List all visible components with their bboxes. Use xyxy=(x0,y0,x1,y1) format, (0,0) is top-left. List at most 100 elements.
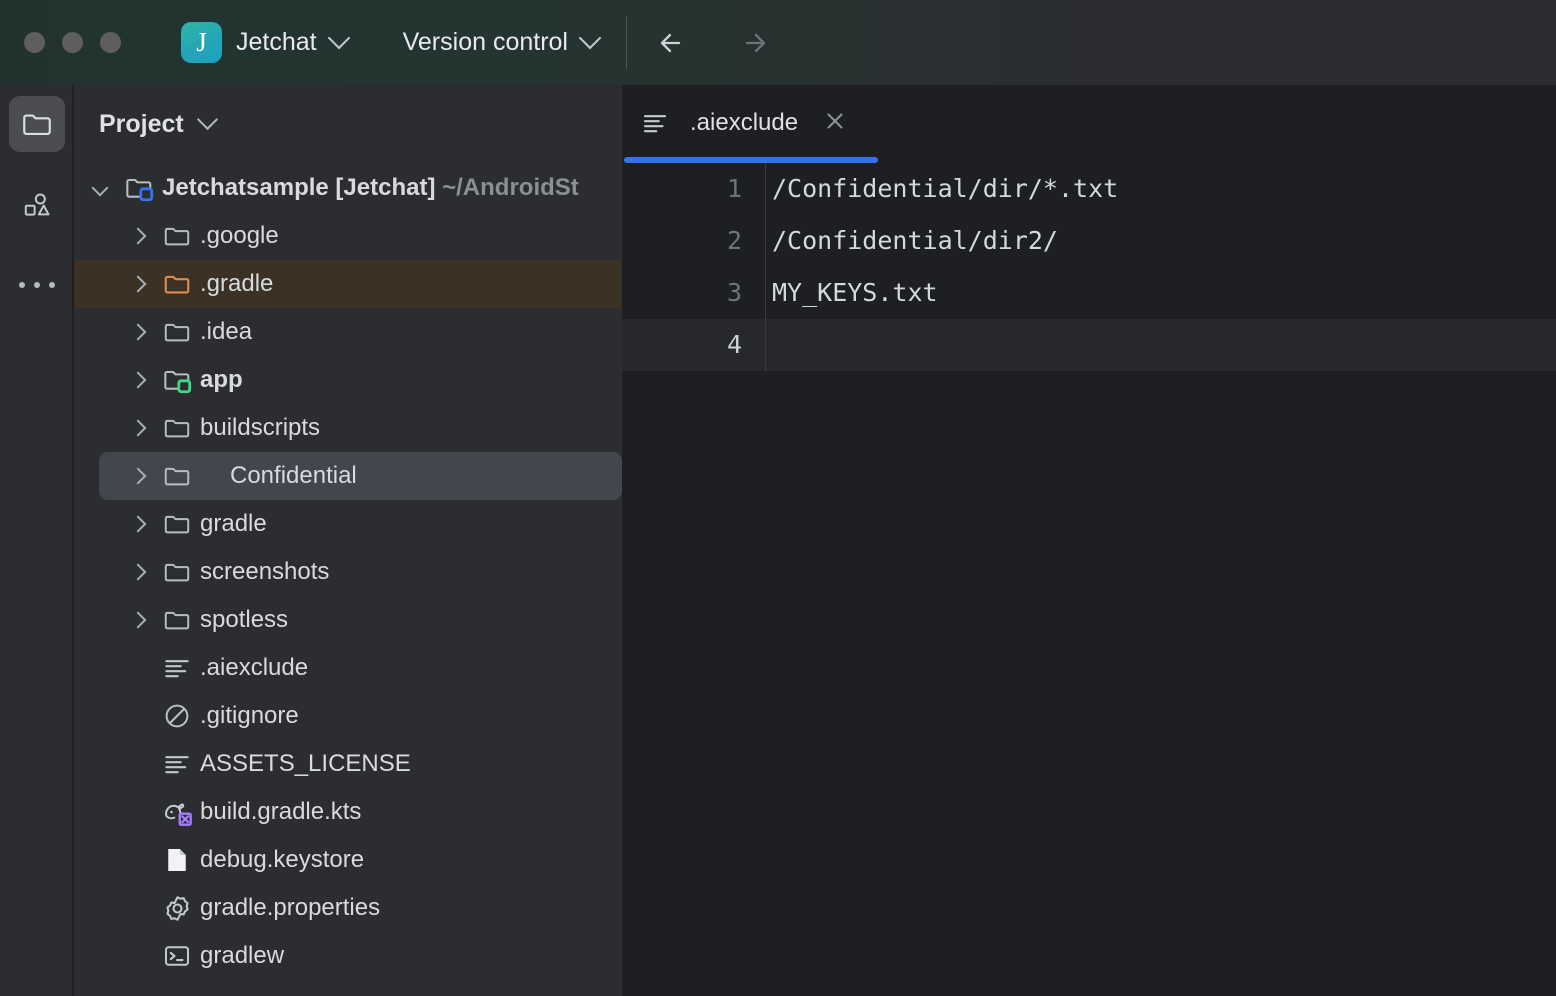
sidebar-item-project[interactable] xyxy=(9,96,65,152)
tree-row-app[interactable]: app xyxy=(74,356,622,404)
code-editor[interactable]: 1/Confidential/dir/*.txt2/Confidential/d… xyxy=(622,163,1556,996)
gutter-separator xyxy=(765,319,766,371)
code-line[interactable]: 1/Confidential/dir/*.txt xyxy=(622,163,1556,215)
chevron-right-icon[interactable] xyxy=(130,468,147,485)
tree-row-label: gradlew xyxy=(200,942,284,970)
folder-icon xyxy=(162,221,192,251)
version-control-label: Version control xyxy=(403,28,568,57)
gradle-kotlin-icon xyxy=(162,796,194,828)
shell-script-icon xyxy=(162,941,192,971)
code-line[interactable]: 3 MY_KEYS.txt xyxy=(622,267,1556,319)
tree-row-label: ASSETS_LICENSE xyxy=(200,750,411,778)
line-number: 1 xyxy=(622,163,742,215)
editor-area: .aiexclude 1/Confidential/dir/*.txt2/Con… xyxy=(622,85,1556,996)
editor-tab-label: .aiexclude xyxy=(690,109,798,137)
tree-row-assets-license[interactable]: ASSETS_LICENSE xyxy=(74,740,622,788)
tree-row-debug-keystore[interactable]: debug.keystore xyxy=(74,836,622,884)
tree-row-label: build.gradle.kts xyxy=(200,798,361,826)
line-text: /Confidential/dir2/ xyxy=(772,215,1058,267)
folder-icon xyxy=(20,107,54,141)
code-line[interactable]: 2/Confidential/dir2/ xyxy=(622,215,1556,267)
tree-row-buildscripts[interactable]: buildscripts xyxy=(74,404,622,452)
chevron-right-icon[interactable] xyxy=(130,324,147,341)
shapes-commit-icon xyxy=(21,189,53,221)
title-bar: J Jetchat Version control xyxy=(0,0,1556,85)
close-window-button[interactable] xyxy=(24,32,45,53)
project-tool-window: Project Jetchatsample [Jetchat] ~/Androi… xyxy=(74,85,622,996)
tree-row-gradle[interactable]: .gradle xyxy=(74,260,622,308)
line-text: /Confidential/dir/*.txt xyxy=(772,163,1118,215)
more-horizontal-icon xyxy=(19,282,55,288)
editor-tab-strip: .aiexclude xyxy=(622,85,1556,161)
project-menu-button[interactable]: Jetchat xyxy=(222,28,347,57)
tree-row-label: .gitignore xyxy=(200,702,299,730)
chevron-right-icon[interactable] xyxy=(130,516,147,533)
tree-row-build-gradle-kts[interactable]: build.gradle.kts xyxy=(74,788,622,836)
sidebar-item-commit[interactable] xyxy=(9,177,65,233)
project-tree[interactable]: Jetchatsample [Jetchat] ~/AndroidSt.goog… xyxy=(74,164,622,980)
chevron-right-icon[interactable] xyxy=(130,372,147,389)
minimize-window-button[interactable] xyxy=(62,32,83,53)
module-folder-icon xyxy=(124,172,156,204)
tree-row-label: debug.keystore xyxy=(200,846,364,874)
chevron-right-icon[interactable] xyxy=(130,276,147,293)
gutter-separator xyxy=(765,163,766,215)
tree-row-jetchatsample-jetchat[interactable]: Jetchatsample [Jetchat] ~/AndroidSt xyxy=(74,164,622,212)
tree-row-spotless[interactable]: spotless xyxy=(74,596,622,644)
chevron-down-icon[interactable] xyxy=(92,180,109,197)
tree-row-label: spotless xyxy=(200,606,288,634)
tree-row-google[interactable]: .google xyxy=(74,212,622,260)
tree-row-label: gradle.properties xyxy=(200,894,380,922)
tree-row-aiexclude[interactable]: .aiexclude xyxy=(74,644,622,692)
sidebar-item-more[interactable] xyxy=(9,257,65,313)
tree-row-screenshots[interactable]: screenshots xyxy=(74,548,622,596)
project-panel-header[interactable]: Project xyxy=(74,85,622,164)
chevron-right-icon[interactable] xyxy=(130,228,147,245)
maximize-window-button[interactable] xyxy=(100,32,121,53)
code-line[interactable]: 4 xyxy=(622,319,1556,371)
chevron-right-icon[interactable] xyxy=(130,564,147,581)
folder-icon xyxy=(162,461,192,491)
folder-icon xyxy=(162,317,192,347)
editor-tab-aiexclude[interactable]: .aiexclude xyxy=(622,85,848,161)
chevron-right-icon[interactable] xyxy=(130,420,147,437)
navigate-back-button[interactable] xyxy=(652,22,694,64)
version-control-widget[interactable]: Version control xyxy=(389,28,598,57)
chevron-down-icon[interactable] xyxy=(197,109,218,130)
folder-icon xyxy=(162,605,192,635)
navigate-forward-button[interactable] xyxy=(732,22,774,64)
text-file-icon xyxy=(640,108,670,138)
line-number: 2 xyxy=(622,215,742,267)
close-icon[interactable] xyxy=(822,108,848,139)
tree-row-gradle-properties[interactable]: gradle.properties xyxy=(74,884,622,932)
tree-row-label: app xyxy=(200,366,243,394)
module-folder-green-icon xyxy=(162,364,194,396)
line-text: MY_KEYS.txt xyxy=(772,267,938,319)
arrow-right-icon xyxy=(732,22,774,64)
tree-row-label: gradle xyxy=(200,510,267,538)
ide-window: J Jetchat Version control xyxy=(0,0,1556,996)
project-name-label: Jetchat xyxy=(236,28,317,57)
tree-row-gitignore[interactable]: .gitignore xyxy=(74,692,622,740)
tree-row-label: .idea xyxy=(200,318,252,346)
folder-icon xyxy=(162,413,192,443)
chevron-down-icon xyxy=(579,26,602,49)
folder-orange-icon xyxy=(162,269,192,299)
app-logo-icon: J xyxy=(181,22,222,63)
toolbar-divider xyxy=(626,16,627,69)
line-number: 4 xyxy=(622,319,742,371)
line-number: 3 xyxy=(622,267,742,319)
tree-row-label: .aiexclude xyxy=(200,654,308,682)
folder-icon xyxy=(162,557,192,587)
gutter-separator xyxy=(765,215,766,267)
tree-row-gradle[interactable]: gradle xyxy=(74,500,622,548)
tree-row-gradlew[interactable]: gradlew xyxy=(74,932,622,980)
chevron-right-icon[interactable] xyxy=(130,612,147,629)
tree-row-label: Confidential xyxy=(230,462,357,490)
page-title: Project xyxy=(99,110,184,139)
tree-row-idea[interactable]: .idea xyxy=(74,308,622,356)
tree-row-path: ~/AndroidSt xyxy=(442,174,579,201)
folder-icon xyxy=(162,509,192,539)
window-controls[interactable] xyxy=(24,32,121,53)
tree-row-confidential[interactable]: Confidential xyxy=(74,452,622,500)
